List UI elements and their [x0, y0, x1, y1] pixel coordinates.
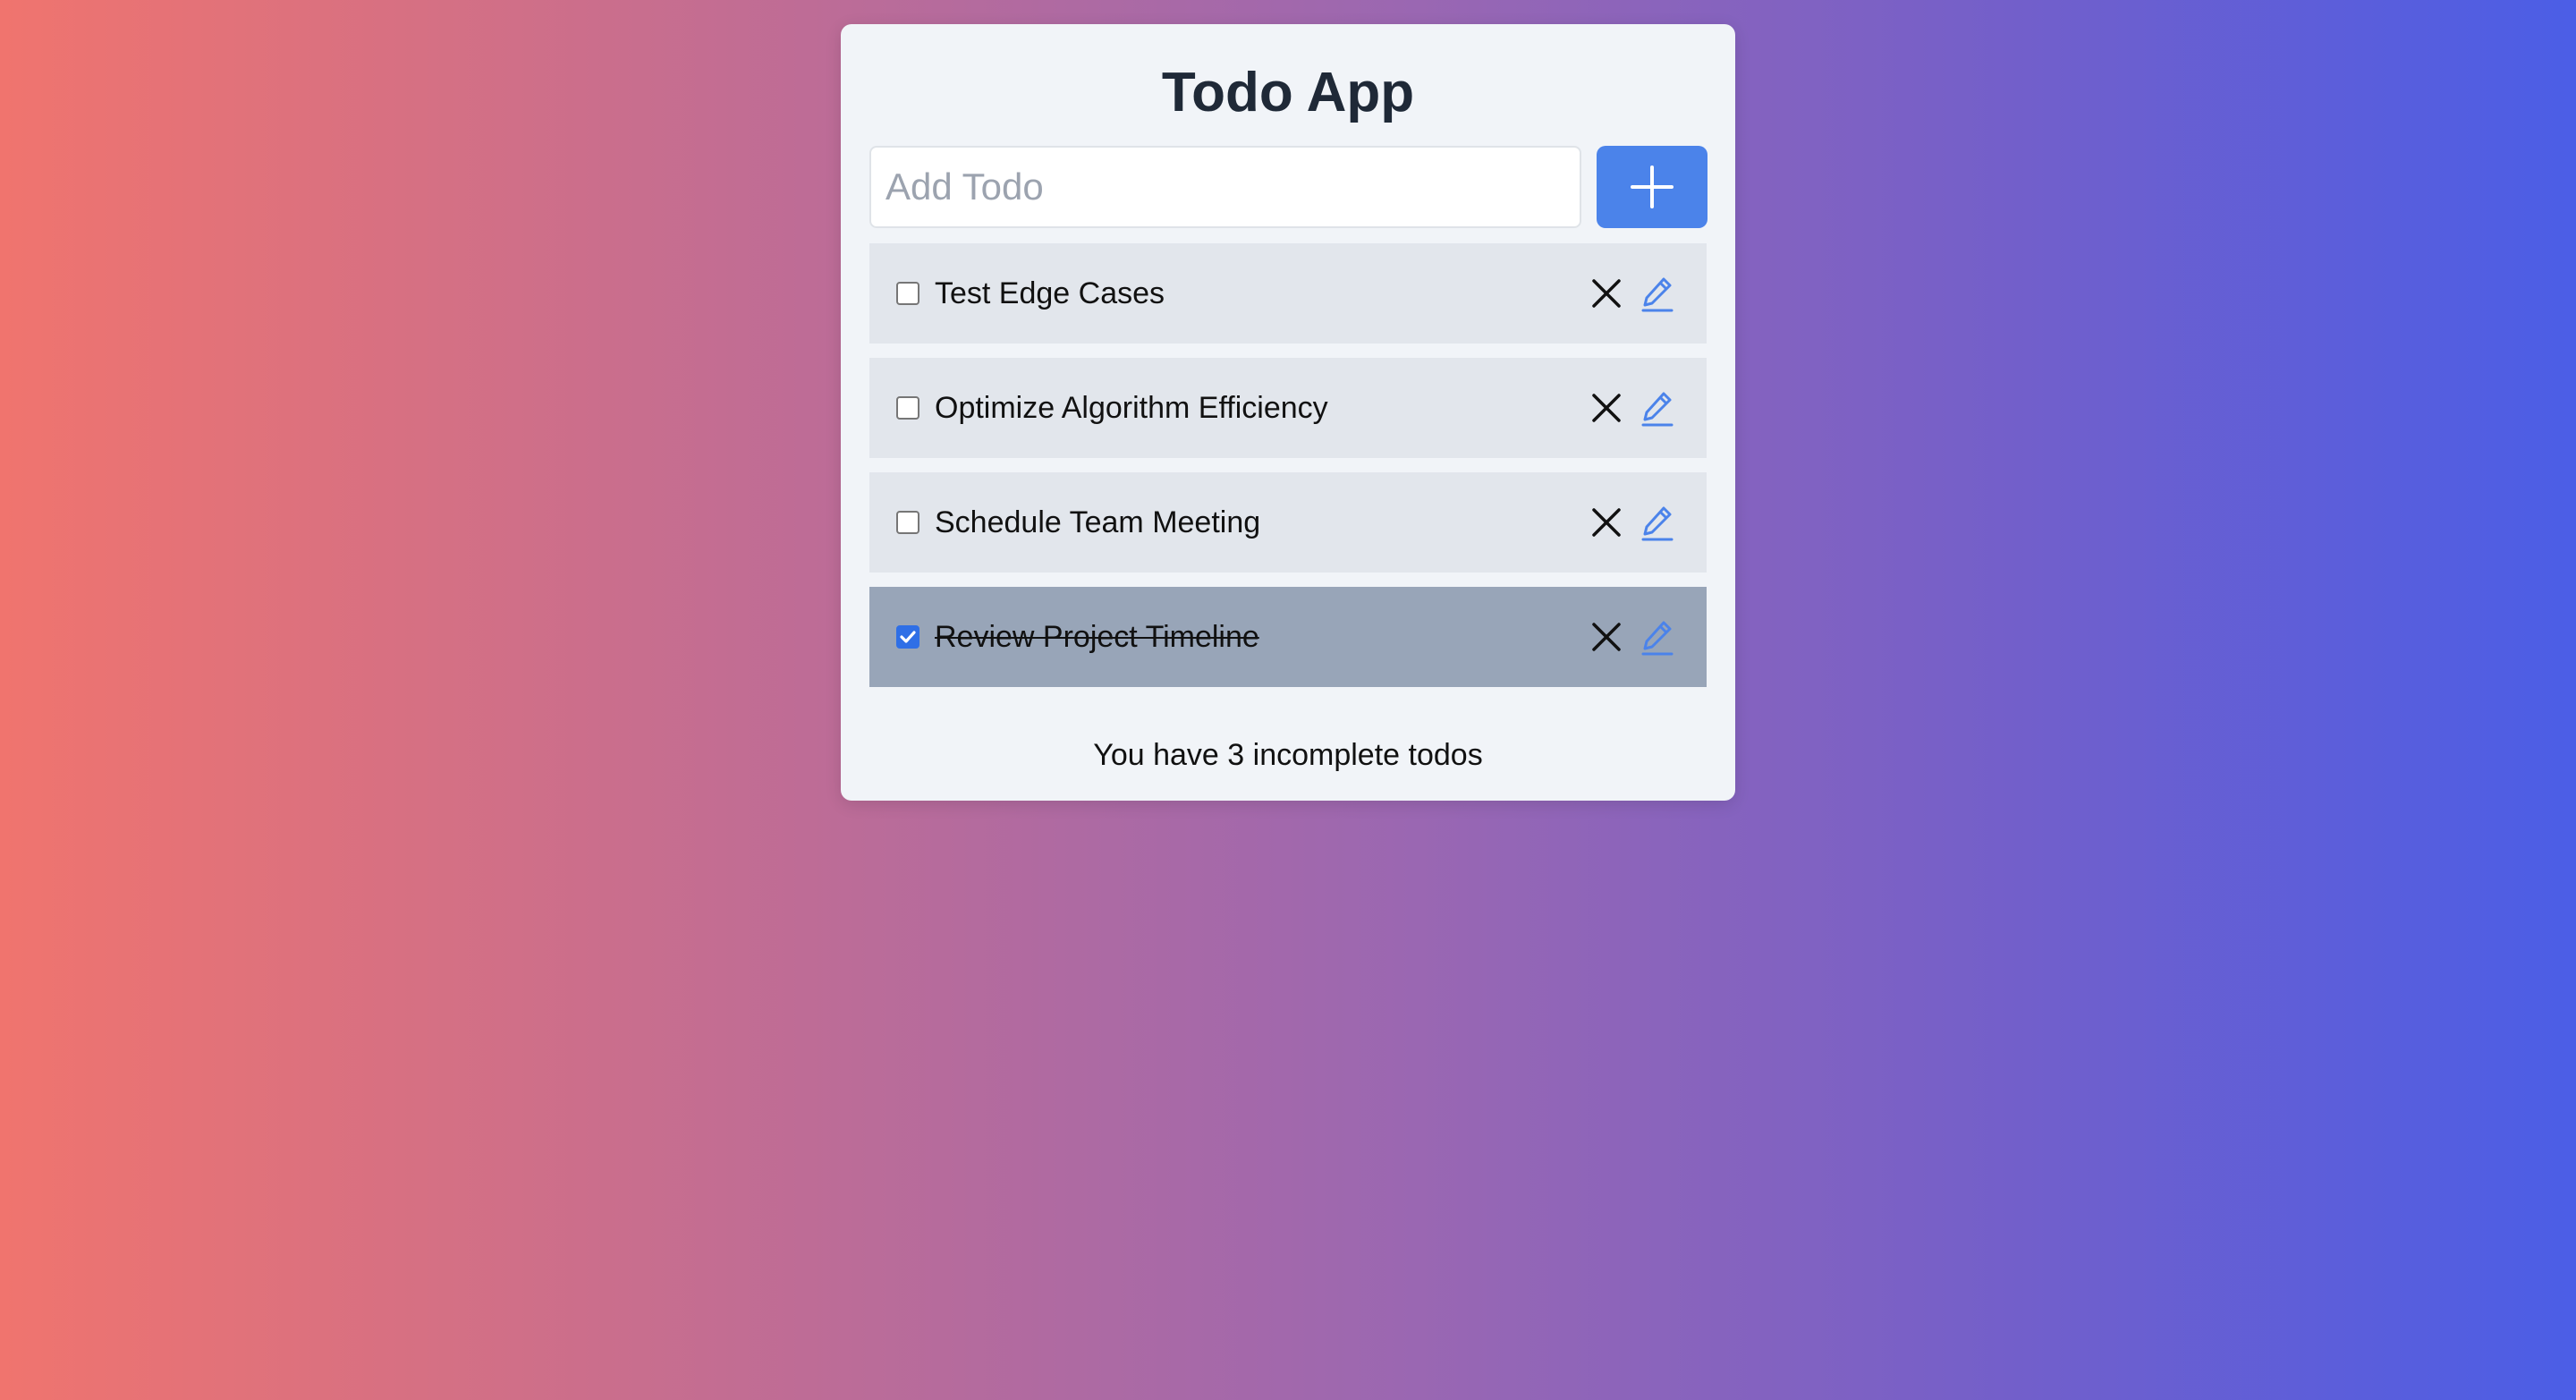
- todo-checkbox[interactable]: [896, 282, 919, 305]
- delete-todo-button[interactable]: [1585, 501, 1628, 544]
- pencil-icon: [1641, 621, 1674, 656]
- delete-todo-button[interactable]: [1585, 615, 1628, 658]
- close-icon: [1592, 508, 1621, 537]
- todo-checkbox[interactable]: [896, 396, 919, 420]
- delete-todo-button[interactable]: [1585, 272, 1628, 315]
- todo-label: Test Edge Cases: [935, 276, 1165, 310]
- edit-todo-button[interactable]: [1636, 386, 1679, 429]
- delete-todo-button[interactable]: [1585, 386, 1628, 429]
- todo-card: Todo App Test Edge Cases: [841, 24, 1735, 801]
- checkmark-icon: [900, 631, 916, 643]
- add-todo-button[interactable]: [1597, 146, 1707, 228]
- edit-todo-button[interactable]: [1636, 501, 1679, 544]
- todo-list: Test Edge Cases Optimize Algorithm Effic…: [869, 243, 1707, 701]
- todo-checkbox[interactable]: [896, 625, 919, 649]
- todo-item: Schedule Team Meeting: [869, 472, 1707, 573]
- todo-checkbox[interactable]: [896, 511, 919, 534]
- pencil-icon: [1641, 392, 1674, 427]
- todo-label: Optimize Algorithm Efficiency: [935, 391, 1328, 425]
- add-todo-form: [869, 146, 1707, 228]
- todo-item: Optimize Algorithm Efficiency: [869, 358, 1707, 458]
- todo-label: Review Project Timeline: [935, 620, 1259, 654]
- close-icon: [1592, 279, 1621, 308]
- plus-icon: [1631, 165, 1674, 208]
- close-icon: [1592, 623, 1621, 651]
- close-icon: [1592, 394, 1621, 422]
- todo-label: Schedule Team Meeting: [935, 505, 1261, 539]
- incomplete-count-text: You have 3 incomplete todos: [1093, 738, 1483, 772]
- pencil-icon: [1641, 277, 1674, 312]
- todo-item-completed: Review Project Timeline: [869, 587, 1707, 687]
- pencil-icon: [1641, 506, 1674, 541]
- edit-todo-button[interactable]: [1636, 272, 1679, 315]
- todo-item: Test Edge Cases: [869, 243, 1707, 344]
- app-title: Todo App: [1161, 62, 1415, 123]
- add-todo-input[interactable]: [869, 146, 1581, 228]
- edit-todo-button[interactable]: [1636, 615, 1679, 658]
